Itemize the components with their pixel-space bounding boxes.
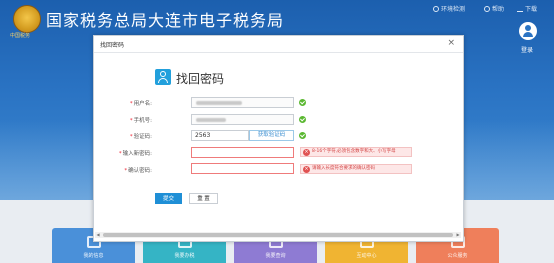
close-icon[interactable]: × (447, 38, 455, 48)
confirm-password-error: × 请输入长度符合要求的确认密码 (300, 164, 412, 174)
scroll-left-icon[interactable]: ◀ (95, 232, 101, 238)
tile-label: 互动中心 (356, 253, 377, 259)
scrollbar-thumb[interactable] (103, 233, 453, 237)
confirm-password-field[interactable] (191, 163, 294, 174)
env-check-link[interactable]: 环境检测 (433, 4, 465, 13)
tax-emblem-icon (13, 5, 41, 33)
tile-label: 公众服务 (447, 253, 468, 259)
phone-label: *手机号: (129, 118, 152, 124)
dialog-header: 找回密码 × (94, 36, 463, 53)
login-label[interactable]: 登录 (521, 45, 533, 54)
help-icon (484, 5, 490, 12)
captcha-label: *验证码: (129, 134, 152, 140)
tile-label: 我要查询 (265, 253, 286, 259)
find-password-dialog: 找回密码 × 找回密码 *用户名: *手机号: *验证码: 2563 获取验证码… (93, 35, 464, 242)
tile-label: 我的信息 (83, 253, 104, 259)
download-link[interactable]: 下载 (517, 4, 537, 13)
help-label: 帮助 (492, 6, 505, 13)
captcha-field[interactable]: 2563 (191, 130, 249, 141)
submit-button[interactable]: 提交 (155, 193, 182, 204)
confirm-password-error-text: 请输入长度符合要求的确认密码 (312, 166, 375, 171)
username-valid-icon (299, 99, 306, 106)
site-title: 国家税务总局大连市电子税务局 (46, 11, 285, 30)
phone-field[interactable] (191, 114, 294, 125)
user-profile-icon (155, 69, 171, 85)
emblem-caption: 中国税务 (10, 33, 31, 39)
download-icon (517, 6, 523, 12)
error-icon: × (303, 166, 310, 173)
env-check-label: 环境检测 (441, 6, 466, 13)
new-password-field[interactable] (191, 147, 294, 158)
confirm-password-label: *确认密码: (124, 168, 152, 174)
username-field[interactable] (191, 97, 294, 108)
new-password-error: × 8-16个字符,必须包含数字和大、小写字母 (300, 147, 412, 157)
login-avatar-icon[interactable] (519, 22, 537, 40)
env-check-icon (433, 5, 439, 12)
reset-button[interactable]: 重 置 (189, 193, 218, 204)
new-password-error-text: 8-16个字符,必须包含数字和大、小写字母 (312, 149, 396, 154)
download-label: 下载 (525, 6, 538, 13)
new-password-label: *输入新密码: (118, 151, 152, 157)
help-link[interactable]: 帮助 (484, 4, 504, 13)
error-icon: × (303, 149, 310, 156)
phone-valid-icon (299, 116, 306, 123)
horizontal-scrollbar[interactable]: ◀ ▶ (95, 232, 461, 238)
dialog-heading: 找回密码 (176, 72, 225, 86)
get-code-button[interactable]: 获取验证码 (249, 130, 294, 141)
scroll-right-icon[interactable]: ▶ (455, 232, 461, 238)
dialog-title: 找回密码 (100, 42, 125, 49)
tile-label: 我要办税 (174, 253, 195, 259)
captcha-valid-icon (299, 132, 306, 139)
username-label: *用户名: (129, 101, 152, 107)
